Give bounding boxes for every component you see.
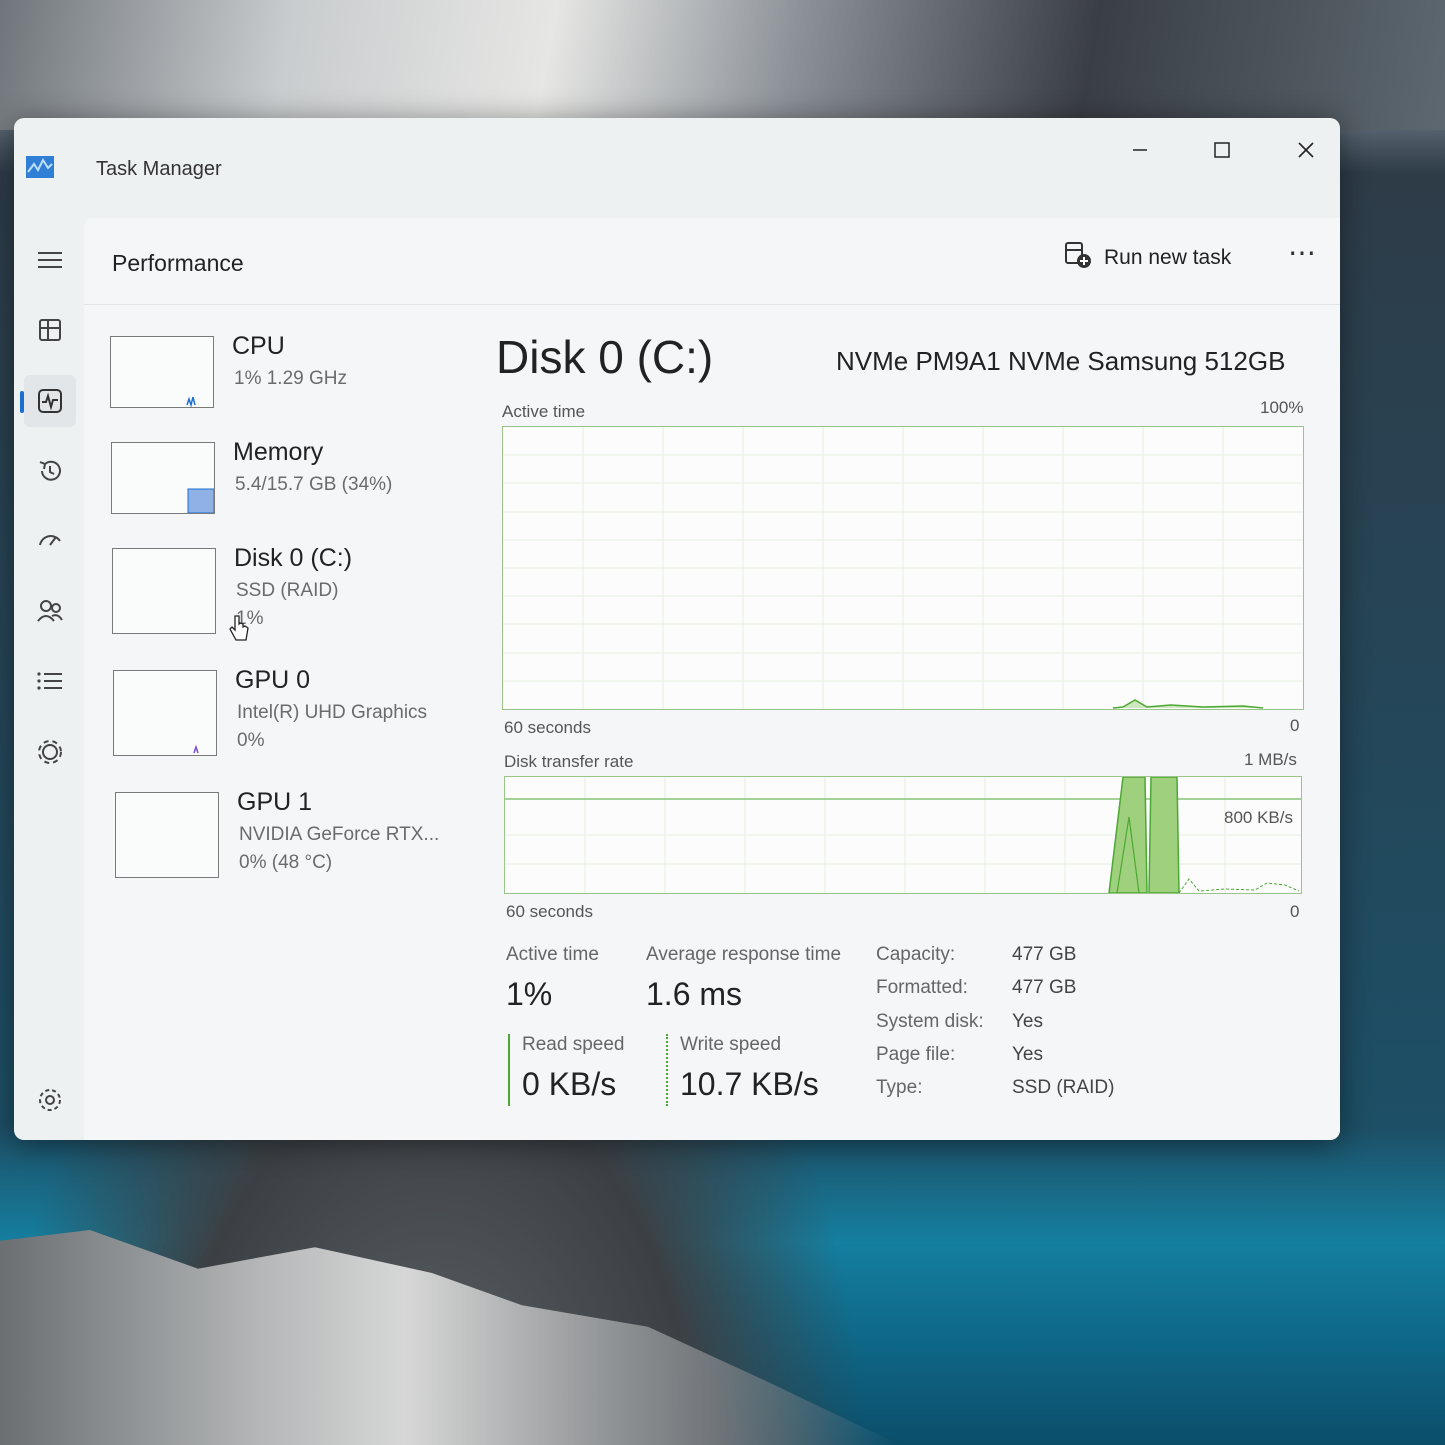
- perf-item-gpu0[interactable]: GPU 0 Intel(R) UHD Graphics 0%: [113, 666, 473, 780]
- run-task-icon: [1064, 241, 1092, 275]
- settings-icon[interactable]: [24, 1074, 76, 1126]
- avg-response-value: 1.6 ms: [646, 976, 743, 1012]
- active-tab-indicator: [20, 391, 24, 413]
- startup-apps-icon[interactable]: [24, 514, 76, 566]
- content-pane: Performance Run new task ⋯ CPU 1% 1.29 G…: [84, 218, 1340, 1140]
- transfer-rate-span: 60 seconds: [506, 902, 593, 921]
- active-time-graph-max: 100%: [1260, 398, 1304, 417]
- system-disk-value: Yes: [1012, 1011, 1043, 1032]
- run-new-task-label: Run new task: [1104, 246, 1232, 269]
- wallpaper-rock-bottom: [0, 1230, 900, 1445]
- active-time-span: 60 seconds: [504, 718, 591, 737]
- transfer-rate-graph-label: Disk transfer rate: [504, 752, 634, 771]
- disk0-thumbnail-graph: [112, 548, 216, 634]
- formatted-value: 477 GB: [1012, 977, 1077, 998]
- title-bar[interactable]: Task Manager: [14, 118, 1340, 218]
- active-time-graph-label: Active time: [502, 402, 586, 421]
- gpu0-name: GPU 0: [235, 666, 311, 694]
- page-file-key: Page file:: [876, 1044, 956, 1065]
- close-button[interactable]: [1286, 130, 1326, 170]
- formatted-key: Formatted:: [876, 977, 968, 998]
- wallpaper-rock-top: [0, 0, 1445, 130]
- disk-model: NVMe PM9A1 NVMe Samsung 512GB: [836, 346, 1286, 376]
- perf-item-cpu[interactable]: CPU 1% 1.29 GHz: [110, 332, 470, 446]
- gpu1-model: NVIDIA GeForce RTX...: [239, 824, 440, 845]
- window-title: Task Manager: [96, 158, 222, 180]
- memory-name: Memory: [233, 438, 324, 466]
- performance-icon[interactable]: [20, 375, 76, 427]
- transfer-rate-mid: 800 KB/s: [1224, 808, 1293, 827]
- page-title: Performance: [112, 250, 244, 276]
- read-speed-label: Read speed: [522, 1034, 625, 1055]
- hand-cursor-icon: [228, 614, 250, 649]
- processes-icon[interactable]: [24, 304, 76, 356]
- details-icon[interactable]: [24, 655, 76, 707]
- task-manager-app-icon: [26, 156, 54, 178]
- transfer-tail-series: [1178, 878, 1300, 893]
- write-speed-marker: [666, 1034, 668, 1106]
- perf-item-memory[interactable]: Memory 5.4/15.7 GB (34%): [111, 438, 471, 552]
- gpu0-usage: 0%: [237, 730, 265, 751]
- app-history-icon[interactable]: [24, 445, 76, 497]
- header-divider: [84, 304, 1340, 305]
- cpu-usage: 1% 1.29 GHz: [234, 368, 347, 389]
- memory-thumbnail-graph: [111, 442, 215, 514]
- write-speed-label: Write speed: [680, 1034, 782, 1055]
- disk0-name: Disk 0 (C:): [234, 544, 353, 572]
- gpu0-thumbnail-graph: [113, 670, 217, 756]
- services-icon[interactable]: [24, 726, 76, 778]
- type-value: SSD (RAID): [1012, 1077, 1115, 1098]
- capacity-key: Capacity:: [876, 944, 956, 965]
- read-speed-value: 0 KB/s: [522, 1066, 617, 1102]
- transfer-write-series: [1148, 777, 1180, 893]
- active-time-graph: [502, 426, 1304, 710]
- perf-item-disk0[interactable]: Disk 0 (C:) SSD (RAID) 1%: [112, 544, 472, 658]
- users-icon[interactable]: [24, 585, 76, 637]
- disk-title: Disk 0 (C:): [496, 331, 714, 383]
- more-options-icon[interactable]: ⋯: [1288, 236, 1317, 269]
- gpu1-usage: 0% (48 °C): [239, 852, 333, 873]
- active-time-label: Active time: [506, 944, 599, 965]
- active-time-value: 1%: [506, 976, 553, 1012]
- run-new-task-button[interactable]: Run new task: [1064, 240, 1231, 276]
- hamburger-menu-icon[interactable]: [24, 234, 76, 286]
- page-file-value: Yes: [1012, 1044, 1043, 1065]
- avg-response-label: Average response time: [646, 944, 842, 965]
- task-manager-window: Task Manager Performance Run new task ⋯ …: [14, 118, 1340, 1140]
- memory-usage: 5.4/15.7 GB (34%): [235, 474, 393, 495]
- system-disk-key: System disk:: [876, 1011, 984, 1032]
- transfer-rate-graph-max: 1 MB/s: [1244, 750, 1297, 769]
- cpu-thumbnail-graph: [110, 336, 214, 408]
- active-time-series: [1112, 699, 1264, 709]
- read-speed-marker: [508, 1034, 510, 1106]
- active-time-min: 0: [1290, 716, 1300, 735]
- disk0-type: SSD (RAID): [236, 580, 339, 601]
- capacity-value: 477 GB: [1012, 944, 1077, 965]
- perf-item-gpu1[interactable]: GPU 1 NVIDIA GeForce RTX... 0% (48 °C): [115, 788, 475, 902]
- maximize-button[interactable]: [1202, 130, 1242, 170]
- transfer-rate-min: 0: [1290, 902, 1300, 921]
- gpu1-name: GPU 1: [237, 788, 313, 816]
- minimize-button[interactable]: [1120, 130, 1160, 170]
- transfer-rate-graph: [504, 776, 1302, 894]
- type-key: Type:: [876, 1077, 923, 1098]
- write-speed-value: 10.7 KB/s: [680, 1066, 819, 1102]
- gpu0-model: Intel(R) UHD Graphics: [237, 702, 428, 723]
- gpu1-thumbnail-graph: [115, 792, 219, 878]
- cpu-name: CPU: [232, 332, 285, 360]
